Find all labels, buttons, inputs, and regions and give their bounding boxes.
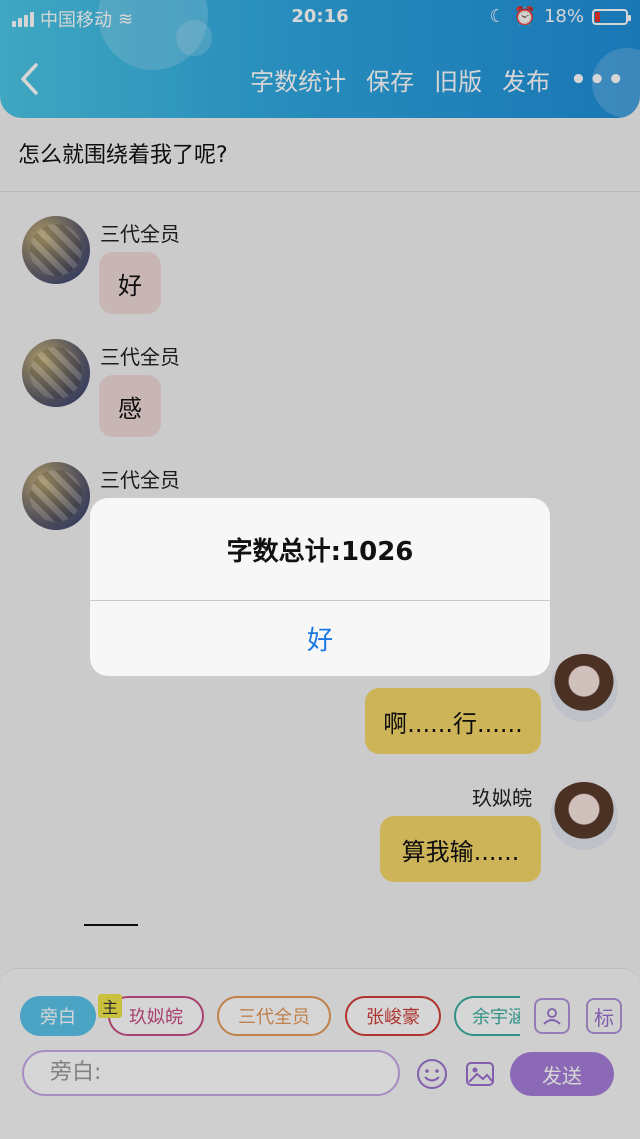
alert-message: 字数总计:1026 <box>226 536 414 567</box>
word-count-alert: 字数总计:1026 好 <box>90 498 550 676</box>
alert-ok-button[interactable]: 好 <box>90 601 550 676</box>
